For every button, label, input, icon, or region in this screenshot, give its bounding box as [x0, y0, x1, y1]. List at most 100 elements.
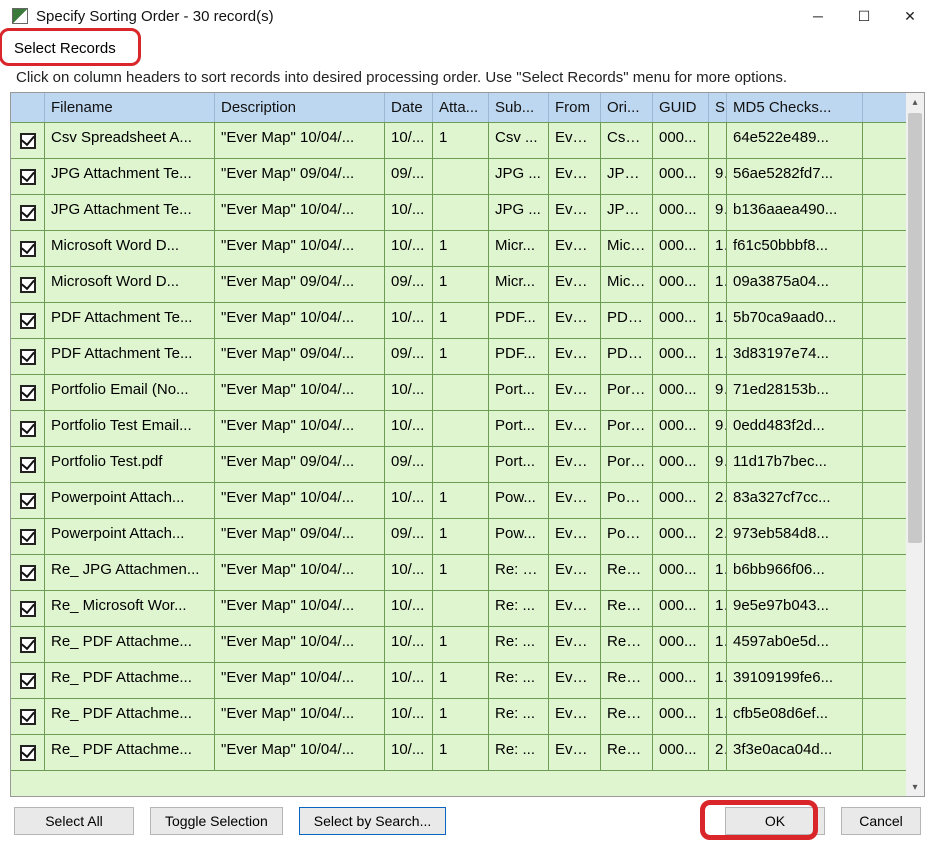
row-checkbox-cell[interactable]: [11, 303, 45, 338]
checkbox-icon[interactable]: [20, 529, 36, 545]
cell-md5: 3d83197e74...: [727, 339, 863, 374]
table-row[interactable]: Re_ PDF Attachme..."Ever Map" 10/04/...1…: [11, 699, 924, 735]
close-button[interactable]: ✕: [887, 1, 933, 31]
checkbox-icon[interactable]: [20, 601, 36, 617]
checkbox-icon[interactable]: [20, 565, 36, 581]
row-checkbox-cell[interactable]: [11, 231, 45, 266]
table-row[interactable]: Microsoft Word D..."Ever Map" 09/04/...0…: [11, 267, 924, 303]
row-checkbox-cell[interactable]: [11, 627, 45, 662]
table-row[interactable]: JPG Attachment Te..."Ever Map" 10/04/...…: [11, 195, 924, 231]
table-row[interactable]: Re_ PDF Attachme..."Ever Map" 10/04/...1…: [11, 627, 924, 663]
checkbox-icon[interactable]: [20, 385, 36, 401]
cell-original: Port...: [601, 375, 653, 410]
header-date[interactable]: Date: [385, 93, 433, 122]
checkbox-icon[interactable]: [20, 457, 36, 473]
header-subject[interactable]: Sub...: [489, 93, 549, 122]
row-checkbox-cell[interactable]: [11, 555, 45, 590]
scroll-up-icon[interactable]: ▴: [906, 93, 924, 111]
table-row[interactable]: PDF Attachment Te..."Ever Map" 10/04/...…: [11, 303, 924, 339]
checkbox-icon[interactable]: [20, 169, 36, 185]
scroll-down-icon[interactable]: ▾: [906, 778, 924, 796]
cell-attachment: 1: [433, 519, 489, 554]
row-checkbox-cell[interactable]: [11, 447, 45, 482]
header-checkbox-col[interactable]: [11, 93, 45, 122]
cell-guid: 000...: [653, 627, 709, 662]
cell-attachment: 1: [433, 735, 489, 770]
checkbox-icon[interactable]: [20, 637, 36, 653]
cell-original: Micr...: [601, 267, 653, 302]
checkbox-icon[interactable]: [20, 205, 36, 221]
table-row[interactable]: Re_ JPG Attachmen..."Ever Map" 10/04/...…: [11, 555, 924, 591]
app-icon: [12, 8, 28, 24]
row-checkbox-cell[interactable]: [11, 411, 45, 446]
table-row[interactable]: Csv Spreadsheet A..."Ever Map" 10/04/...…: [11, 123, 924, 159]
cell-date: 10/...: [385, 591, 433, 626]
header-from[interactable]: From: [549, 93, 601, 122]
cell-subject: Re: ...: [489, 591, 549, 626]
cell-attachment: 1: [433, 699, 489, 734]
checkbox-icon[interactable]: [20, 349, 36, 365]
row-checkbox-cell[interactable]: [11, 375, 45, 410]
row-checkbox-cell[interactable]: [11, 159, 45, 194]
table-row[interactable]: Re_ PDF Attachme..."Ever Map" 10/04/...1…: [11, 735, 924, 771]
content-area: Click on column headers to sort records …: [0, 65, 935, 849]
row-checkbox-cell[interactable]: [11, 699, 45, 734]
table-row[interactable]: Powerpoint Attach..."Ever Map" 10/04/...…: [11, 483, 924, 519]
select-by-search-button[interactable]: Select by Search...: [299, 807, 447, 835]
cell-description: "Ever Map" 09/04/...: [215, 159, 385, 194]
header-md5[interactable]: MD5 Checks...: [727, 93, 863, 122]
cell-date: 10/...: [385, 411, 433, 446]
minimize-button[interactable]: ─: [795, 1, 841, 31]
checkbox-icon[interactable]: [20, 421, 36, 437]
toggle-selection-button[interactable]: Toggle Selection: [150, 807, 283, 835]
table-row[interactable]: Portfolio Email (No..."Ever Map" 10/04/.…: [11, 375, 924, 411]
checkbox-icon[interactable]: [20, 673, 36, 689]
cell-from: Ever...: [549, 267, 601, 302]
row-checkbox-cell[interactable]: [11, 123, 45, 158]
checkbox-icon[interactable]: [20, 745, 36, 761]
cell-guid: 000...: [653, 447, 709, 482]
table-row[interactable]: PDF Attachment Te..."Ever Map" 09/04/...…: [11, 339, 924, 375]
checkbox-icon[interactable]: [20, 709, 36, 725]
table-row[interactable]: Microsoft Word D..."Ever Map" 10/04/...1…: [11, 231, 924, 267]
cell-date: 10/...: [385, 627, 433, 662]
scroll-thumb[interactable]: [908, 113, 922, 543]
menu-select-records[interactable]: Select Records: [4, 34, 126, 63]
header-filename[interactable]: Filename: [45, 93, 215, 122]
header-description[interactable]: Description: [215, 93, 385, 122]
header-original[interactable]: Ori...: [601, 93, 653, 122]
ok-button[interactable]: OK: [725, 807, 825, 835]
checkbox-icon[interactable]: [20, 313, 36, 329]
row-checkbox-cell[interactable]: [11, 195, 45, 230]
cancel-button[interactable]: Cancel: [841, 807, 921, 835]
row-checkbox-cell[interactable]: [11, 591, 45, 626]
row-checkbox-cell[interactable]: [11, 663, 45, 698]
row-checkbox-cell[interactable]: [11, 483, 45, 518]
row-checkbox-cell[interactable]: [11, 735, 45, 770]
select-all-button[interactable]: Select All: [14, 807, 134, 835]
maximize-button[interactable]: ☐: [841, 1, 887, 31]
table-row[interactable]: Portfolio Test Email..."Ever Map" 10/04/…: [11, 411, 924, 447]
cell-date: 09/...: [385, 519, 433, 554]
checkbox-icon[interactable]: [20, 133, 36, 149]
table-row[interactable]: Portfolio Test.pdf"Ever Map" 09/04/...09…: [11, 447, 924, 483]
table-row[interactable]: JPG Attachment Te..."Ever Map" 09/04/...…: [11, 159, 924, 195]
checkbox-icon[interactable]: [20, 493, 36, 509]
row-checkbox-cell[interactable]: [11, 339, 45, 374]
header-attachment[interactable]: Atta...: [433, 93, 489, 122]
cell-guid: 000...: [653, 375, 709, 410]
vertical-scrollbar[interactable]: ▴ ▾: [906, 93, 924, 796]
table-row[interactable]: Re_ Microsoft Wor..."Ever Map" 10/04/...…: [11, 591, 924, 627]
cell-subject: Pow...: [489, 519, 549, 554]
row-checkbox-cell[interactable]: [11, 519, 45, 554]
checkbox-icon[interactable]: [20, 277, 36, 293]
table-row[interactable]: Powerpoint Attach..."Ever Map" 09/04/...…: [11, 519, 924, 555]
checkbox-icon[interactable]: [20, 241, 36, 257]
header-s[interactable]: S: [709, 93, 727, 122]
grid-body[interactable]: Csv Spreadsheet A..."Ever Map" 10/04/...…: [11, 123, 924, 796]
cell-md5: 5b70ca9aad0...: [727, 303, 863, 338]
table-row[interactable]: Re_ PDF Attachme..."Ever Map" 10/04/...1…: [11, 663, 924, 699]
cell-date: 09/...: [385, 267, 433, 302]
row-checkbox-cell[interactable]: [11, 267, 45, 302]
header-guid[interactable]: GUID: [653, 93, 709, 122]
